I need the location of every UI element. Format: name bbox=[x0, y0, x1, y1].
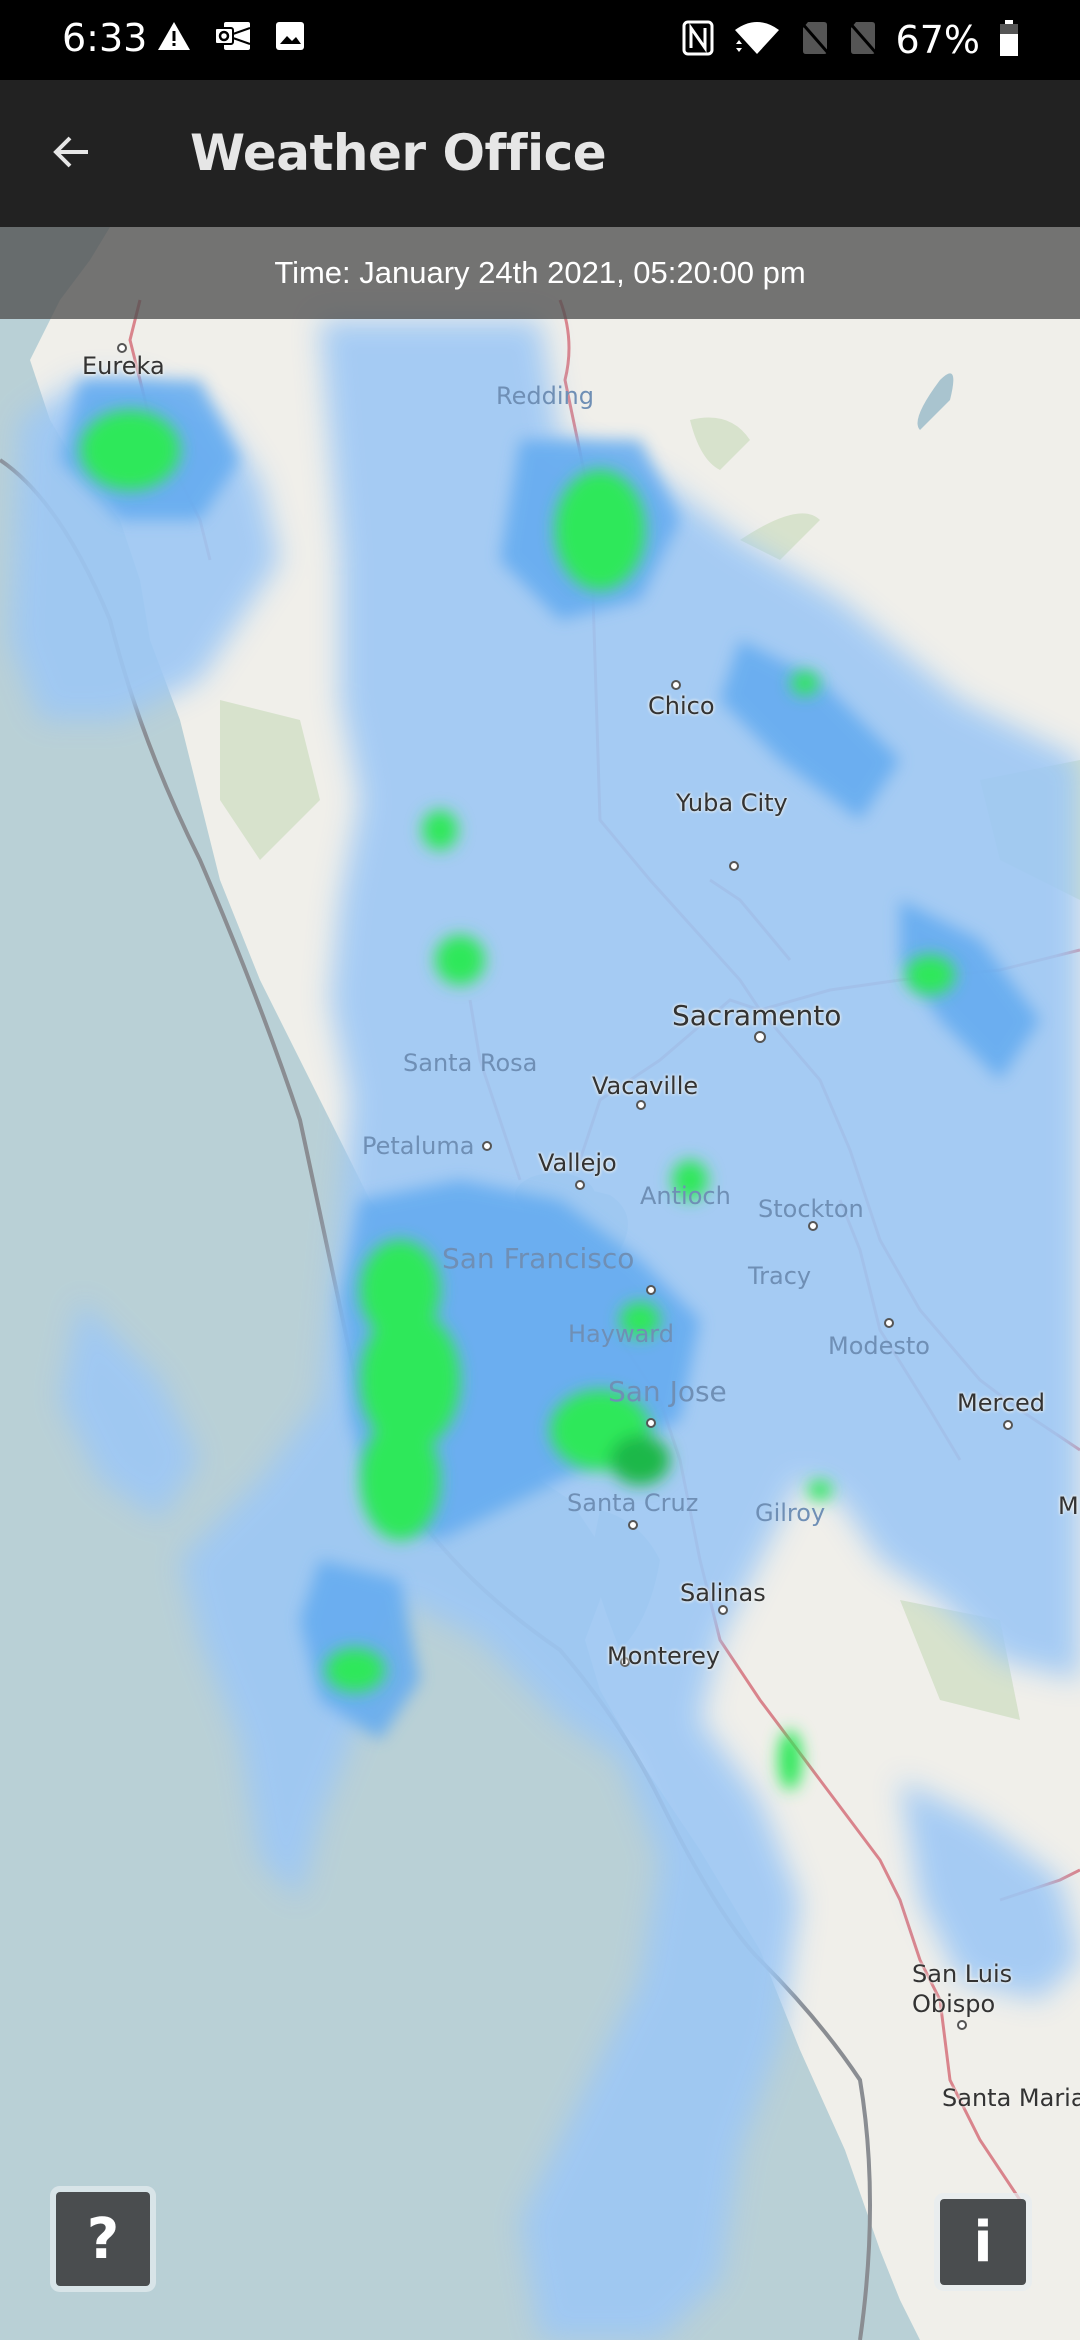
page-title: Weather Office bbox=[190, 124, 607, 182]
info-button[interactable]: i bbox=[940, 2199, 1026, 2285]
city-label-salinas: Salinas bbox=[680, 1579, 766, 1607]
city-label-vacaville: Vacaville bbox=[592, 1072, 699, 1100]
city-label-hayward: Hayward bbox=[568, 1320, 674, 1348]
question-mark-icon: ? bbox=[86, 2206, 120, 2272]
app-bar: Weather Office bbox=[0, 80, 1080, 227]
city-label-antioch: Antioch bbox=[640, 1182, 731, 1210]
help-button[interactable]: ? bbox=[56, 2192, 150, 2286]
city-label-yuba-city: Yuba City bbox=[676, 789, 788, 817]
city-label-santa-rosa: Santa Rosa bbox=[403, 1049, 538, 1077]
city-label-san-luis-obispo: San Luis Obispo bbox=[912, 1960, 1013, 2018]
info-icon: i bbox=[973, 2209, 993, 2275]
back-button[interactable] bbox=[36, 118, 108, 190]
arrow-left-icon bbox=[48, 128, 96, 181]
city-label-chico: Chico bbox=[648, 692, 715, 720]
city-label-tracy: Tracy bbox=[748, 1262, 812, 1290]
city-label-modesto: Modesto bbox=[828, 1332, 930, 1360]
city-label-san-jose: San Jose bbox=[608, 1375, 727, 1408]
city-label-partial: M bbox=[1058, 1492, 1079, 1520]
map-canvas bbox=[0, 227, 1080, 2340]
city-label-gilroy: Gilroy bbox=[755, 1499, 826, 1527]
status-bar: 6:33 67% bbox=[0, 0, 1080, 80]
city-label-petaluma: Petaluma bbox=[362, 1132, 475, 1160]
battery-percent: 67% bbox=[895, 18, 980, 62]
radar-map[interactable]: Eureka Redding Chico Yuba City Sacrament… bbox=[0, 227, 1080, 2340]
city-label-san-francisco: San Francisco bbox=[442, 1242, 635, 1275]
radar-timestamp: Time: January 24th 2021, 05:20:00 pm bbox=[274, 255, 806, 290]
time-banner: Time: January 24th 2021, 05:20:00 pm bbox=[0, 227, 1080, 319]
no-sim-icon bbox=[847, 20, 878, 61]
warning-icon bbox=[156, 20, 192, 57]
city-label-santa-maria: Santa Maria bbox=[942, 2084, 1080, 2112]
wifi-icon bbox=[732, 20, 782, 61]
outlook-icon bbox=[214, 20, 252, 57]
city-label-vallejo: Vallejo bbox=[538, 1149, 617, 1177]
nfc-icon bbox=[682, 20, 714, 61]
city-label-merced: Merced bbox=[957, 1389, 1046, 1417]
battery-icon bbox=[998, 19, 1020, 62]
status-time: 6:33 bbox=[62, 16, 148, 60]
no-sim-icon bbox=[799, 20, 830, 61]
city-label-redding: Redding bbox=[496, 382, 594, 410]
city-label-sacramento: Sacramento bbox=[672, 999, 842, 1032]
image-icon bbox=[274, 20, 306, 57]
city-label-stockton: Stockton bbox=[758, 1195, 864, 1223]
city-label-eureka: Eureka bbox=[82, 352, 165, 380]
city-label-santa-cruz: Santa Cruz bbox=[567, 1489, 699, 1517]
city-label-monterey: Monterey bbox=[607, 1642, 721, 1670]
